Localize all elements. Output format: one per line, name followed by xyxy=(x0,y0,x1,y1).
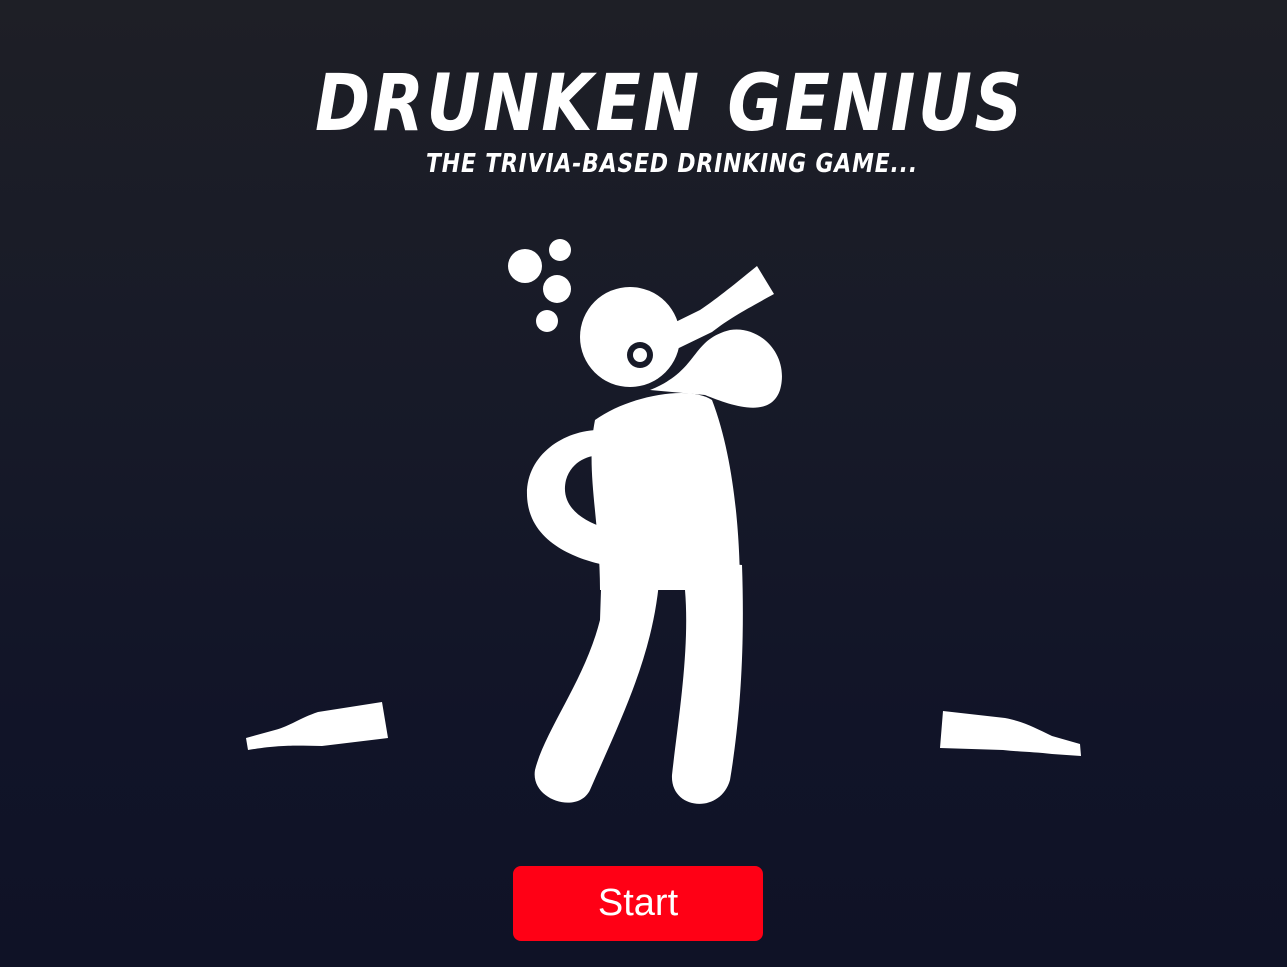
start-button[interactable]: Start xyxy=(513,866,763,941)
game-title: DRUNKEN GENIUS xyxy=(315,59,1025,149)
right-bottle-icon xyxy=(940,711,1081,756)
game-subtitle: THE TRIVIA-BASED DRINKING GAME... xyxy=(426,149,918,179)
figure-left-leg xyxy=(534,560,660,803)
left-bottle-icon xyxy=(246,702,388,750)
figure-hip-arm xyxy=(526,430,605,565)
drinking-stick-figure-icon xyxy=(508,239,782,804)
bubbles-icon xyxy=(508,239,571,332)
figure-right-leg xyxy=(671,560,743,804)
game-logo: DRUNKEN GENIUS THE TRIVIA-BASED DRINKING… xyxy=(315,59,1025,179)
figure-torso xyxy=(591,392,740,590)
